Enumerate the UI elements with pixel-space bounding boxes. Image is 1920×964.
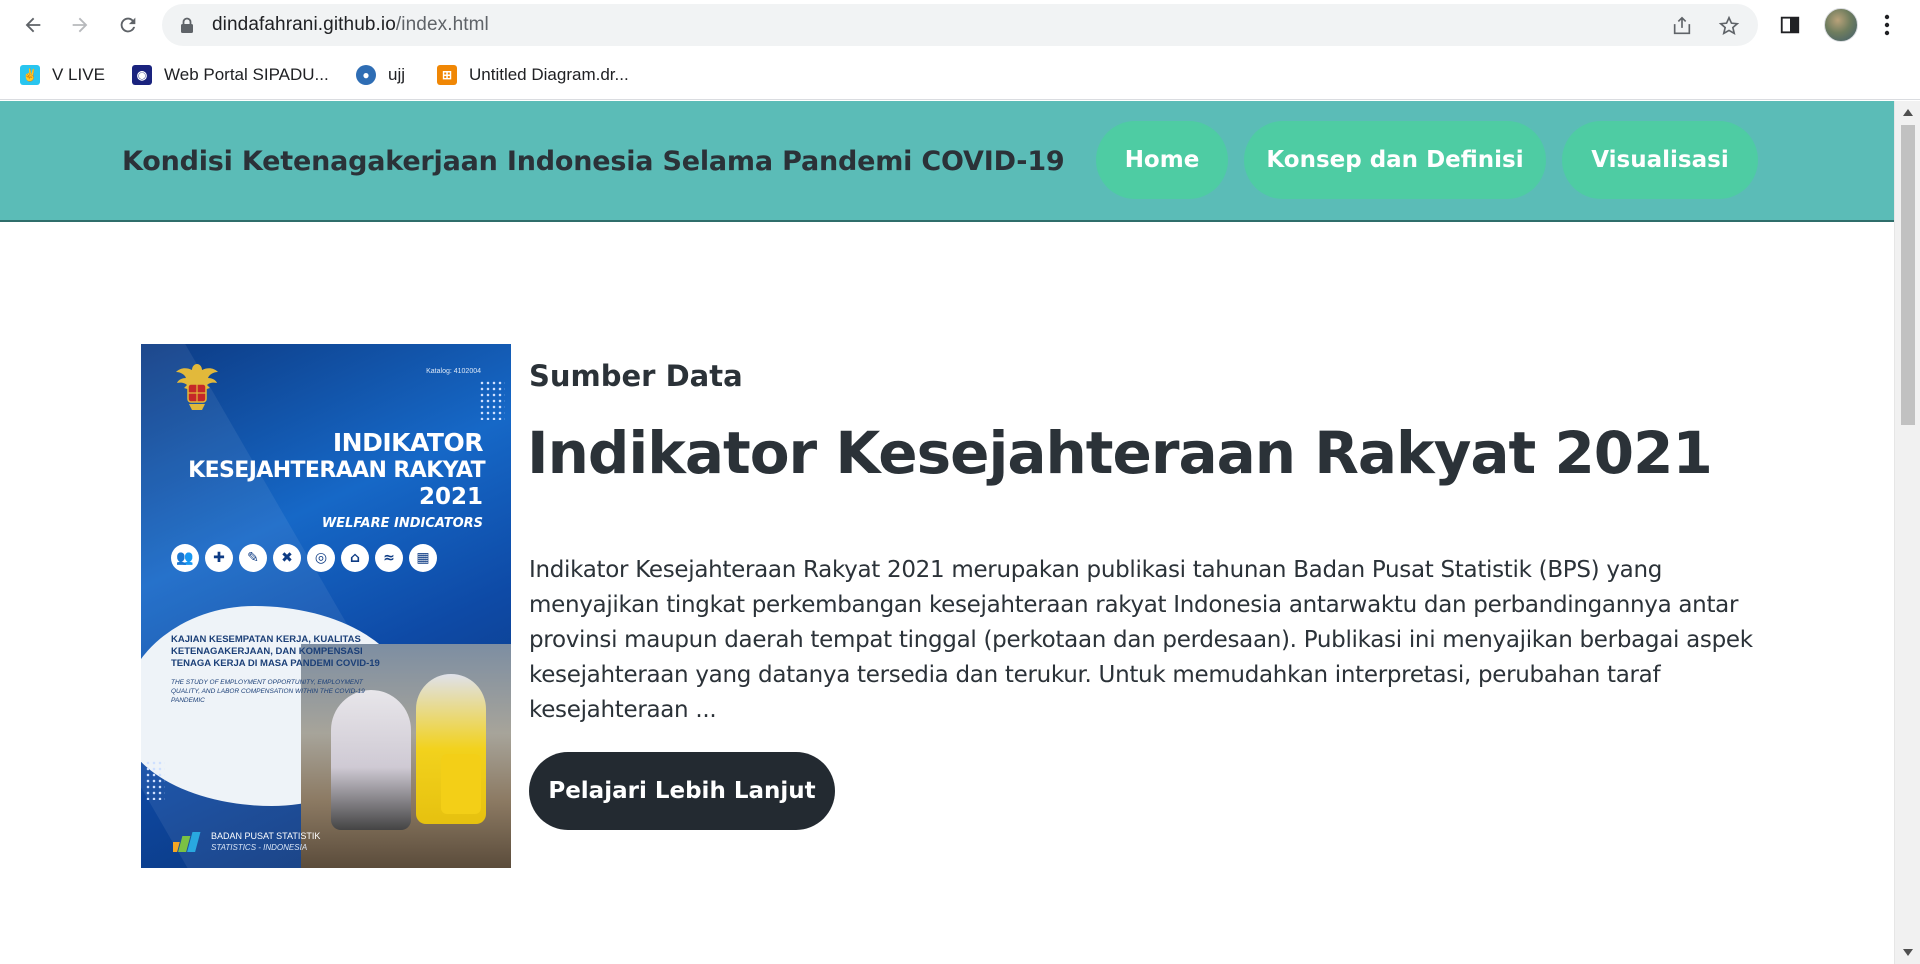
arrow-left-icon [25, 17, 41, 33]
nav-visualisasi[interactable]: Visualisasi [1562, 121, 1758, 199]
cover-title-line2: KESEJAHTERAAN RAKYAT [188, 458, 485, 483]
bps-logo-icon [173, 832, 201, 852]
vlive-icon: ✌ [20, 65, 40, 85]
globe-icon: ● [356, 65, 376, 85]
cover-subtitle-english: THE STUDY OF EMPLOYMENT OPPORTUNITY, EMP… [171, 679, 365, 704]
lock-icon[interactable] [178, 16, 196, 34]
population-icon: 👥 [171, 544, 199, 572]
side-panel-icon [1780, 16, 1800, 34]
bookmark-drawio[interactable]: ⊞ Untitled Diagram.dr... [437, 60, 629, 90]
scrollbar-thumb[interactable] [1901, 125, 1915, 425]
education-icon: ✎ [239, 544, 267, 572]
bookmark-ujj[interactable]: ● ujj [356, 60, 405, 90]
cover-title-line1: INDIKATOR [332, 428, 484, 457]
back-button[interactable] [14, 6, 52, 44]
cover-publisher: BADAN PUSAT STATISTIK STATISTICS - INDON… [173, 830, 320, 854]
cover-subtitle: KAJIAN KESEMPATAN KERJA, KUALITAS KETENA… [171, 634, 380, 669]
cover-title-english: WELFARE INDICATORS [321, 516, 483, 531]
page-title: Indikator Kesejahteraan Rakyat 2021 [527, 419, 1713, 487]
cover-apron [441, 754, 481, 814]
nav-konsep-definisi[interactable]: Konsep dan Definisi [1244, 121, 1546, 199]
arrow-right-icon [72, 17, 88, 33]
share-icon[interactable] [1670, 14, 1694, 38]
address-bar[interactable]: dindafahrani.github.io/index.html [162, 4, 1758, 46]
url-text[interactable]: dindafahrani.github.io/index.html [212, 4, 489, 46]
bookmarks-bar: ✌ V LIVE ◉ Web Portal SIPADU... ● ujj ⊞ … [0, 50, 1920, 100]
sipadu-icon: ◉ [132, 65, 152, 85]
bookmark-label: Untitled Diagram.dr... [469, 65, 629, 84]
cover-dots-decoration [145, 760, 165, 800]
forward-button[interactable] [61, 6, 99, 44]
publication-description: Indikator Kesejahteraan Rakyat 2021 meru… [529, 557, 1753, 723]
publisher-text: BADAN PUSAT STATISTIK STATISTICS - INDON… [211, 831, 320, 853]
bookmark-label: Web Portal SIPADU... [164, 65, 329, 84]
bookmark-sipadu[interactable]: ◉ Web Portal SIPADU... [132, 60, 329, 90]
bookmark-label: V LIVE [52, 65, 105, 84]
bookmark-vlive[interactable]: ✌ V LIVE [20, 60, 105, 90]
scroll-down-arrow-icon[interactable] [1903, 949, 1913, 956]
publication-cover-image: Katalog: 4102004 INDIKATOR KESEJAHTERAAN… [141, 344, 511, 868]
learn-more-button[interactable]: Pelajari Lebih Lanjut [529, 752, 835, 830]
browser-toolbar: dindafahrani.github.io/index.html [0, 0, 1920, 50]
page-viewport: Kondisi Ketenagakerjaan Indonesia Selama… [0, 101, 1920, 964]
health-icon: ✚ [205, 544, 233, 572]
url-host: dindafahrani.github.io [212, 14, 396, 35]
reload-icon [120, 17, 136, 33]
travel-icon: ≈ [375, 544, 403, 572]
site-title: Kondisi Ketenagakerjaan Indonesia Selama… [122, 146, 1065, 177]
garuda-emblem-icon [176, 364, 218, 410]
nav-home[interactable]: Home [1096, 121, 1228, 199]
publisher-name-english: STATISTICS - INDONESIA [211, 843, 308, 852]
reload-button[interactable] [109, 6, 147, 44]
side-panel-button[interactable] [1771, 6, 1809, 44]
cover-title-year: 2021 [418, 484, 483, 510]
cover-worker-figure [331, 690, 411, 830]
cover-katalog: Katalog: 4102004 [426, 368, 481, 375]
kebab-menu-icon [1884, 14, 1890, 36]
scroll-up-arrow-icon[interactable] [1903, 109, 1913, 116]
cover-dots-decoration [479, 380, 505, 420]
tools-icon: ✖ [273, 544, 301, 572]
star-icon[interactable] [1717, 14, 1741, 38]
bookmark-label: ujj [388, 65, 406, 84]
page-scrollbar[interactable] [1894, 101, 1920, 964]
cover-indicator-icons: 👥 ✚ ✎ ✖ ◎ ⌂ ≈ ▦ [171, 544, 437, 572]
section-eyebrow: Sumber Data [529, 359, 743, 393]
publisher-name: BADAN PUSAT STATISTIK [211, 831, 321, 841]
site-header: Kondisi Ketenagakerjaan Indonesia Selama… [0, 101, 1894, 222]
avatar[interactable] [1824, 8, 1858, 42]
housing-icon: ⌂ [341, 544, 369, 572]
web-icon: ▦ [409, 544, 437, 572]
drawio-icon: ⊞ [437, 65, 457, 85]
food-icon: ◎ [307, 544, 335, 572]
browser-menu-button[interactable] [1868, 6, 1906, 44]
url-path: /index.html [395, 14, 489, 35]
